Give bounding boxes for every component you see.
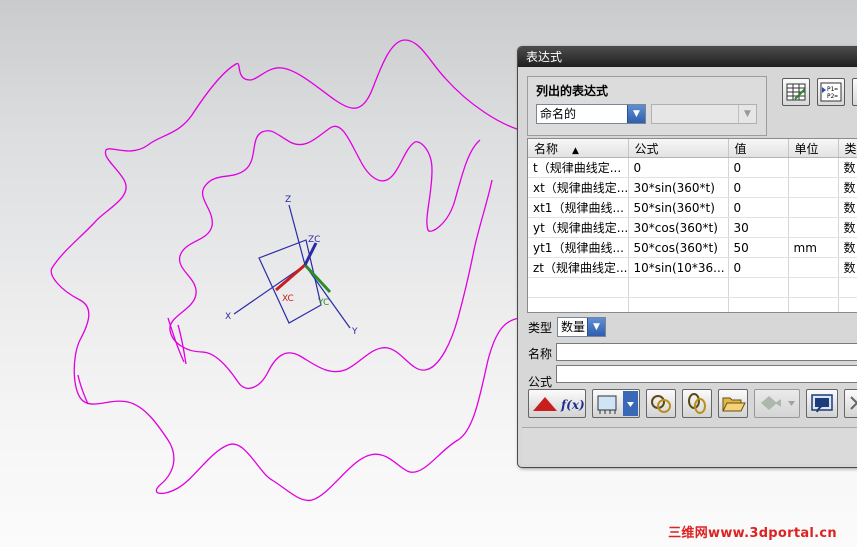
type-label: 类型	[528, 321, 553, 335]
cell-formula: 30*sin(360*t)	[628, 177, 729, 198]
table-row[interactable]: xt1（规律曲线... 50*sin(360*t) 0 数	[528, 197, 857, 218]
list-filter-select[interactable]: 命名的 ▼	[536, 104, 646, 124]
type-select[interactable]: 数量 ▼	[557, 317, 606, 337]
cell-unit	[788, 157, 839, 178]
cell-type: 数	[838, 177, 857, 198]
type-select-value: 数量	[561, 320, 586, 334]
table-header-row: 名称 ▲ 公式 值 单位 类	[528, 139, 857, 158]
cell-value: 0	[728, 157, 789, 178]
zc-label: ZC	[308, 235, 320, 245]
open-file-button[interactable]	[718, 389, 748, 418]
cell-type: 数	[838, 217, 857, 238]
inner-law-curve	[169, 125, 493, 389]
table-row[interactable]: xt（规律曲线定... 30*sin(360*t) 0 数	[528, 177, 857, 198]
cell-name: xt1（规律曲线...	[528, 197, 629, 218]
cell-formula: 0	[628, 157, 729, 178]
column-header-unit[interactable]: 单位	[788, 139, 839, 158]
measure-button[interactable]	[682, 389, 712, 418]
cell-unit	[788, 217, 839, 238]
arrow-diamond-icon	[761, 396, 795, 410]
dialog-footer-panel	[522, 427, 857, 464]
column-header-formula[interactable]: 公式	[628, 139, 729, 158]
chevron-down-icon: ▼	[587, 318, 605, 336]
spreadsheet-edit-button[interactable]	[782, 78, 810, 106]
cell-type: 数	[838, 157, 857, 178]
cell-value: 0	[728, 177, 789, 198]
cell-type: 数	[838, 257, 857, 278]
column-header-type[interactable]: 类	[838, 139, 857, 158]
table-row[interactable]: yt1（规律曲线... 50*cos(360*t) 50 mm 数	[528, 237, 857, 258]
outer-law-curve	[50, 39, 521, 502]
more-tools-button[interactable]	[852, 78, 857, 106]
cell-formula: 30*cos(360*t)	[628, 217, 729, 238]
cell-name: xt（规律曲线定...	[528, 177, 629, 198]
function-ruler-icon	[597, 391, 638, 416]
listed-expressions-title: 列出的表达式	[536, 84, 609, 98]
fx-label: f(x)	[560, 398, 585, 412]
cell-formula: 50*sin(360*t)	[628, 197, 729, 218]
cell-name: yt1（规律曲线...	[528, 237, 629, 258]
cell-formula: 50*cos(360*t)	[628, 237, 729, 258]
list-filter-value: 命名的	[540, 107, 577, 121]
table-row[interactable]: yt（规律曲线定... 30*cos(360*t) 30 数	[528, 217, 857, 238]
export-button[interactable]	[806, 389, 838, 418]
cell-unit	[788, 197, 839, 218]
sort-ascending-icon: ▲	[572, 145, 579, 156]
name-label: 名称	[528, 347, 553, 361]
spreadsheet-icon	[786, 83, 806, 101]
parameter-list-icon: P1= P2=	[820, 82, 842, 102]
cell-value: 50	[728, 237, 789, 258]
red-triangle-fx-icon: f(x)	[533, 397, 585, 412]
close-icon	[850, 396, 857, 410]
cell-type: 数	[838, 237, 857, 258]
xc-label: XC	[282, 294, 294, 304]
column-header-value[interactable]: 值	[728, 139, 789, 158]
listed-expressions-group: 列出的表达式 命名的 ▼ ▼	[527, 76, 767, 136]
expressions-table[interactable]: 名称 ▲ 公式 值 单位 类 t（规律曲线定... 0 0 数 xt（规律曲线定.…	[527, 138, 857, 313]
x-axis-label: X	[225, 312, 231, 322]
cell-formula: 10*sin(10*36...	[628, 257, 729, 278]
accept-edit-fx-button[interactable]: f(x)	[528, 389, 586, 418]
yc-label: YC	[317, 298, 329, 308]
dialog-title[interactable]: 表达式	[518, 47, 857, 67]
table-row-empty[interactable]	[528, 297, 857, 312]
formula-input[interactable]	[556, 365, 857, 383]
cell-type: 数	[838, 197, 857, 218]
folder-open-icon	[722, 397, 746, 412]
chain-icon	[688, 393, 706, 414]
table-row[interactable]: t（规律曲线定... 0 0 数	[528, 157, 857, 178]
svg-text:P1=: P1=	[827, 86, 838, 93]
cell-value: 0	[728, 197, 789, 218]
coordinate-triad: Z X Y ZC XC YC	[225, 195, 358, 337]
apply-dropdown-button	[754, 389, 800, 418]
cell-value: 0	[728, 257, 789, 278]
table-row[interactable]: zt（规律曲线定... 10*sin(10*36... 0 数	[528, 257, 857, 278]
cell-name: t（规律曲线定...	[528, 157, 629, 178]
y-axis-label: Y	[351, 327, 358, 337]
z-axis-label: Z	[285, 195, 291, 205]
cell-name: yt（规律曲线定...	[528, 217, 629, 238]
cell-unit: mm	[788, 237, 839, 258]
chevron-down-icon: ▼	[738, 105, 756, 123]
cell-unit	[788, 177, 839, 198]
column-header-name[interactable]: 名称 ▲	[528, 139, 629, 158]
monitor-export-icon	[811, 394, 833, 413]
cell-unit	[788, 257, 839, 278]
svg-text:P2=: P2=	[827, 93, 838, 100]
cell-value: 30	[728, 217, 789, 238]
chevron-down-icon: ▼	[627, 105, 645, 123]
link-icon	[651, 395, 671, 413]
cell-name: zt（规律曲线定...	[528, 257, 629, 278]
functions-dropdown-button[interactable]	[592, 389, 640, 418]
site-watermark: 三维网www.3dportal.cn	[668, 526, 837, 541]
parameter-list-button[interactable]: P1= P2=	[817, 78, 845, 106]
close-expression-button[interactable]	[844, 389, 857, 418]
name-input[interactable]	[556, 343, 857, 361]
table-row-empty[interactable]	[528, 277, 857, 298]
secondary-filter-select: ▼	[651, 104, 757, 124]
formula-label: 公式	[528, 375, 553, 389]
expressions-dialog: 表达式 列出的表达式 命名的 ▼ ▼ P1= P2= 名称 ▲ 公式 值 单位 …	[517, 46, 857, 468]
reference-link-button[interactable]	[646, 389, 676, 418]
